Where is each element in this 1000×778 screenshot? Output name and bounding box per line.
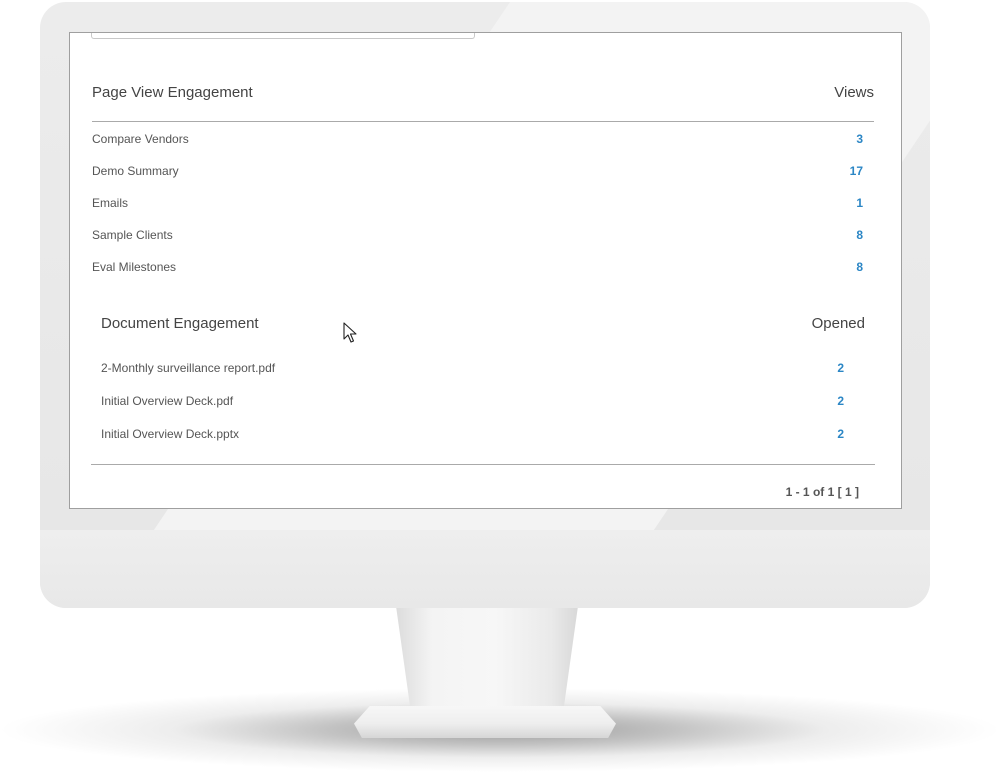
document-name: Initial Overview Deck.pdf [101,394,234,408]
views-count-link[interactable]: 3 [856,132,863,146]
list-item: Initial Overview Deck.pdf 2 [101,394,865,427]
document-header: Document Engagement Opened [101,315,865,353]
monitor-stand-base [354,706,616,738]
page-name: Eval Milestones [92,260,177,274]
screen: Page View Engagement Views Compare Vendo… [69,32,902,509]
document-title: Document Engagement [101,315,259,332]
views-count-link[interactable]: 8 [856,228,863,242]
list-item: Compare Vendors 3 [92,132,874,164]
views-count-link[interactable]: 1 [856,196,863,210]
document-engagement-section: Document Engagement Opened 2-Monthly sur… [101,315,865,460]
pagination: 1 - 1 of 1 [ 1 ] [786,485,859,499]
list-item: Emails 1 [92,196,874,228]
section-divider [91,464,875,465]
pagination-total: 1 [827,485,835,499]
document-name: Initial Overview Deck.pptx [101,427,240,441]
list-item: Eval Milestones 8 [92,260,874,292]
opened-count-link[interactable]: 2 [837,394,844,408]
document-list: 2-Monthly surveillance report.pdf 2 Init… [101,353,865,460]
opened-count-link[interactable]: 2 [837,361,844,375]
page-view-engagement-section: Page View Engagement Views Compare Vendo… [92,84,874,292]
views-count-link[interactable]: 17 [850,164,863,178]
pagination-range: 1 - 1 [785,485,810,499]
page-name: Demo Summary [92,164,179,178]
views-column-header: Views [834,84,874,101]
page-view-header: Page View Engagement Views [92,84,874,122]
opened-column-header: Opened [811,315,865,332]
search-input[interactable] [91,33,475,39]
page-name: Compare Vendors [92,132,189,146]
list-item: Demo Summary 17 [92,164,874,196]
page-view-list: Compare Vendors 3 Demo Summary 17 Emails… [92,122,874,292]
monitor-mockup: Page View Engagement Views Compare Vendo… [0,0,1000,778]
pagination-of-label: of [812,485,825,499]
monitor-chin [40,530,930,608]
document-name: 2-Monthly surveillance report.pdf [101,361,276,375]
mouse-pointer-icon [343,322,357,343]
page-view-title: Page View Engagement [92,84,253,101]
pagination-page-link[interactable]: [ 1 ] [838,485,859,499]
list-item: Sample Clients 8 [92,228,874,260]
list-item: 2-Monthly surveillance report.pdf 2 [101,361,865,394]
page-name: Emails [92,196,129,210]
monitor-stand-neck [396,606,578,710]
views-count-link[interactable]: 8 [856,260,863,274]
page-name: Sample Clients [92,228,173,242]
list-item: Initial Overview Deck.pptx 2 [101,427,865,460]
opened-count-link[interactable]: 2 [837,427,844,441]
